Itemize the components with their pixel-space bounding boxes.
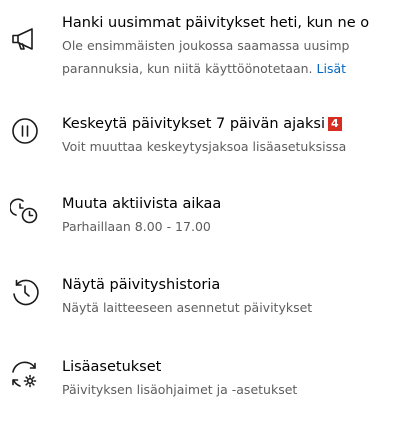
item-description: Ole ensimmäisten joukossa saamassa uusim…: [62, 38, 350, 53]
item-title: Lisäasetukset: [62, 359, 162, 375]
learn-more-link[interactable]: Lisät: [317, 61, 347, 76]
pause-icon: [10, 116, 40, 146]
badge-count: 4: [327, 117, 342, 131]
item-title: Hanki uusimmat päivitykset heti, kun ne …: [62, 15, 370, 31]
item-title: Näytä päivityshistoria: [62, 277, 221, 293]
item-title: Muuta aktiivista aikaa: [62, 196, 222, 212]
item-title: Keskeytä päivitykset 7 päivän ajaksi 4: [62, 114, 342, 134]
megaphone-icon: [10, 24, 40, 54]
item-description: Voit muuttaa keskeytysjaksoa lisäasetuks…: [62, 139, 347, 154]
item-description-line2: parannuksia, kun niitä käyttöönotetaan. …: [62, 61, 347, 76]
history-icon: [10, 277, 40, 307]
item-description: Näytä laitteeseen asennetut päivitykset: [62, 300, 313, 315]
item-description: Parhaillaan 8.00 - 17.00: [62, 219, 211, 234]
sync-gear-icon: [10, 360, 40, 390]
active-hours-clock-icon: [10, 196, 40, 226]
item-description: Päivityksen lisäohjaimet ja -asetukset: [62, 382, 298, 397]
